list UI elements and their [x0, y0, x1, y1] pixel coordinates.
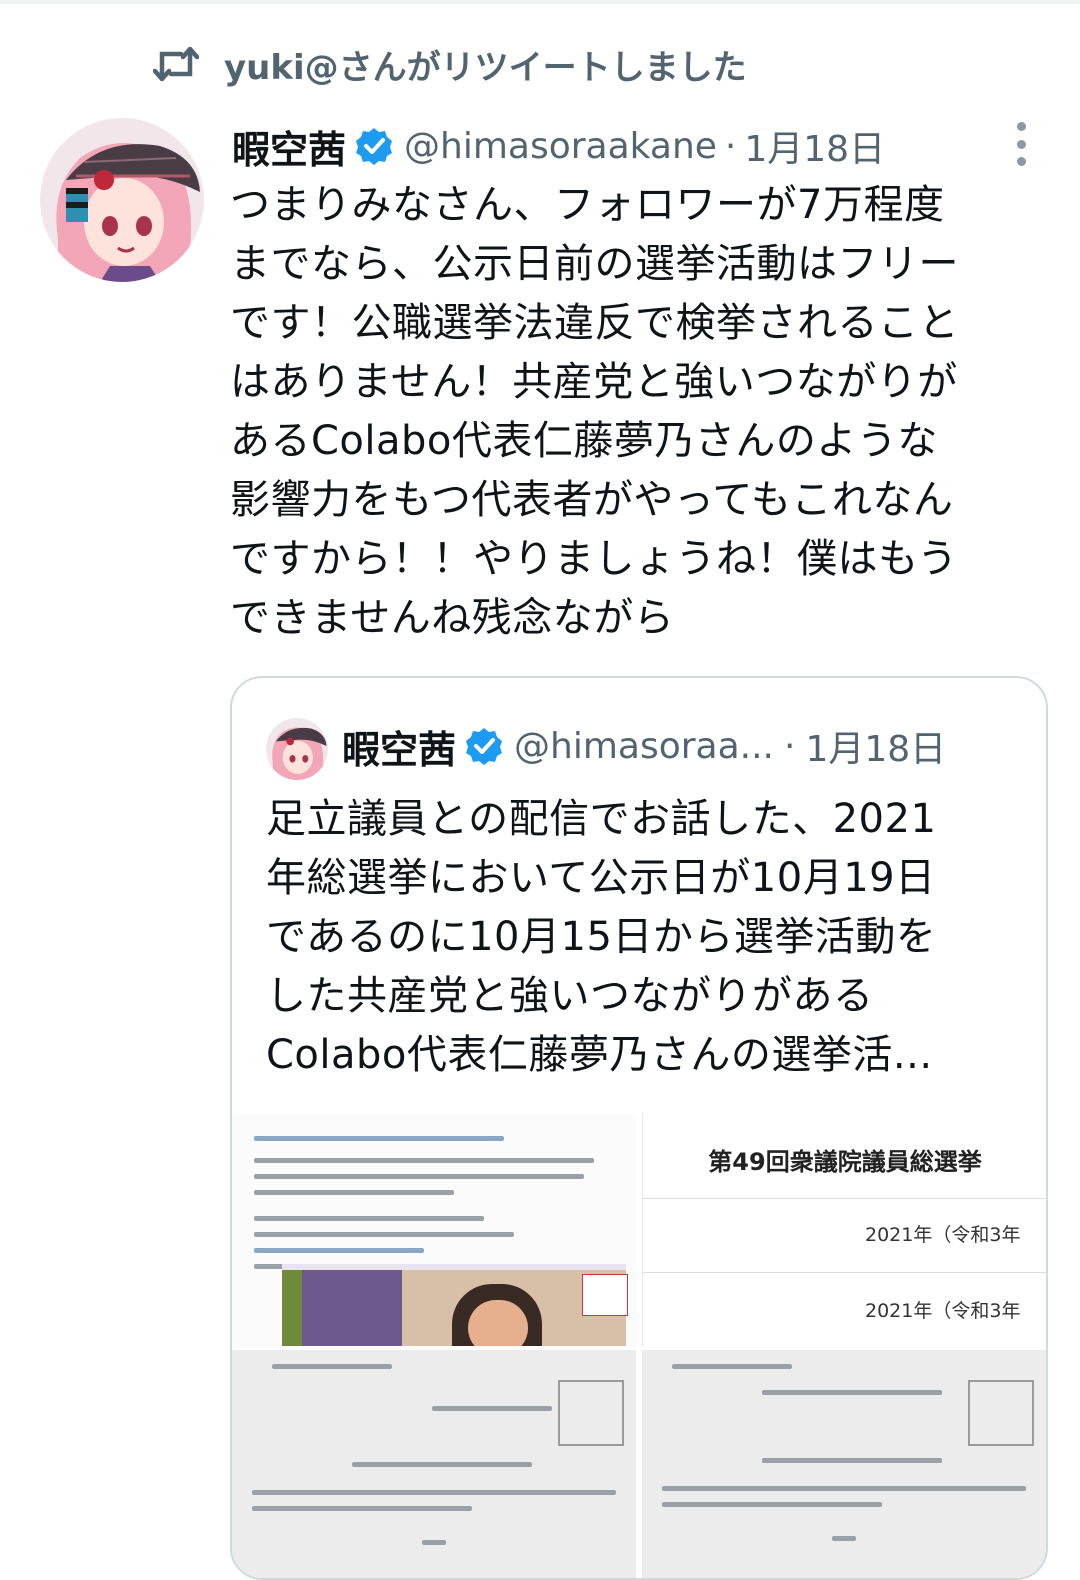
quoted-text-line: 年総選挙において公示日が10月19日	[266, 855, 936, 901]
quoted-text-line: した共産党と強いつながりがある	[266, 973, 874, 1019]
tweet-text-line: までなら、公示日前の選挙活動はフリー	[230, 241, 959, 287]
tweet-text-line: です！公職選挙法違反で検挙されること	[230, 300, 959, 346]
verified-badge-icon	[354, 126, 394, 166]
document-row: 2021年（令和3年	[865, 1224, 1021, 1246]
header-separator: ·	[724, 125, 737, 167]
media-official-notice[interactable]	[642, 1350, 1046, 1578]
document-row: 2021年（令和3年	[865, 1300, 1021, 1322]
top-divider	[0, 0, 1080, 4]
quoted-tweet-header: 暇空茜 @himasoraa... · 1月18日	[342, 716, 1042, 776]
more-options-icon[interactable]	[1010, 122, 1032, 166]
retweet-context-text: yuki@さんがリツイートしました	[224, 47, 747, 88]
document-title: 第49回衆議院議員総選挙	[708, 1148, 982, 1176]
media-official-notice[interactable]	[232, 1350, 636, 1578]
author-handle[interactable]: @himasoraakane	[404, 126, 717, 167]
quoted-author-handle: @himasoraa...	[514, 725, 774, 767]
more-dot	[1016, 122, 1026, 131]
retweet-context[interactable]: yuki@さんがリツイートしました	[152, 40, 747, 88]
retweet-icon	[152, 42, 200, 86]
tweet-text-line: 影響力をもつ代表者がやってもこれなん	[230, 477, 954, 523]
verified-badge-icon	[464, 726, 504, 766]
quoted-text-line: 足立議員との配信でお話した、2021	[266, 796, 937, 842]
tweet-text-line: つまりみなさん、フォロワーが7万程度	[230, 182, 945, 228]
quoted-text-line: であるのに10月15日から選挙活動を	[266, 914, 937, 960]
tweet-text-line: ですから！！やりましょうね！僕はもう	[230, 536, 958, 582]
author-avatar[interactable]	[40, 118, 204, 282]
quoted-text-line: Colabo代表仁藤夢乃さんの選挙活...	[266, 1032, 933, 1078]
tweet-text-line: あるColabo代表仁藤夢乃さんのような	[230, 418, 938, 464]
tweet-body: つまりみなさん、フォロワーが7万程度 までなら、公示日前の選挙活動はフリー です…	[230, 176, 1050, 648]
quoted-author-name: 暇空茜	[342, 727, 457, 772]
author-name[interactable]: 暇空茜	[232, 119, 346, 174]
quoted-tweet-date: 1月18日	[805, 729, 947, 770]
official-seal-stamp	[968, 1380, 1034, 1446]
media-tweet-screenshot[interactable]	[232, 1114, 636, 1346]
quoted-media-grid: 第49回衆議院議員総選挙 2021年（令和3年 2021年（令和3年	[232, 1114, 1046, 1578]
tweet-text-line: はありません！共産党と強いつながりが	[230, 359, 958, 405]
quoted-author-avatar[interactable]	[266, 718, 328, 780]
tweet-date[interactable]: 1月18日	[744, 120, 885, 172]
header-separator: ·	[784, 725, 796, 767]
quoted-tweet-card[interactable]: 暇空茜 @himasoraa... · 1月18日 足立議員との配信でお話した、…	[230, 676, 1048, 1580]
more-dot	[1016, 157, 1026, 166]
tweet-header: 暇空茜 @himasoraakane · 1月18日	[232, 118, 1032, 174]
tweet-text-line: できませんね残念ながら	[230, 595, 675, 641]
quoted-tweet-body: 足立議員との配信でお話した、2021 年総選挙において公示日が10月19日 であ…	[266, 790, 1026, 1085]
more-dot	[1016, 139, 1026, 149]
official-seal-stamp	[558, 1380, 624, 1446]
media-election-document[interactable]: 第49回衆議院議員総選挙 2021年（令和3年 2021年（令和3年	[642, 1114, 1046, 1346]
